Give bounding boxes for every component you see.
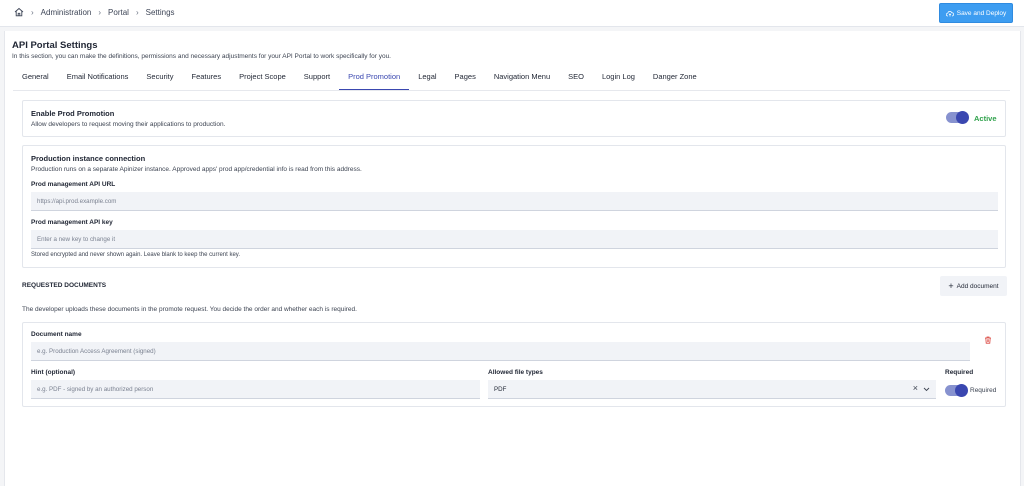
- hint-input[interactable]: e.g. PDF - signed by an authorized perso…: [31, 380, 480, 399]
- home-icon[interactable]: [14, 7, 24, 17]
- enable-prod-promotion-card: Enable Prod Promotion Allow developers t…: [22, 100, 1006, 137]
- tab-divider: [13, 90, 1010, 91]
- chevron-down-icon[interactable]: [923, 387, 930, 392]
- page-title: API Portal Settings: [12, 40, 98, 51]
- tab-pages[interactable]: Pages: [446, 66, 485, 90]
- connection-description: Production runs on a separate Apinizer i…: [31, 166, 362, 173]
- page-description: In this section, you can make the defini…: [12, 53, 391, 60]
- tab-legal[interactable]: Legal: [409, 66, 445, 90]
- required-toggle[interactable]: [945, 384, 968, 397]
- hint-label: Hint (optional): [31, 369, 76, 376]
- file-types-value: PDF: [494, 385, 507, 393]
- tab-bar: General Email Notifications Security Fea…: [13, 66, 706, 90]
- requested-documents-title: REQUESTED DOCUMENTS: [22, 282, 107, 289]
- url-value: https://api.prod.example.com: [37, 197, 117, 205]
- key-hint: Stored encrypted and never shown again. …: [31, 252, 241, 258]
- connection-title: Production instance connection: [31, 154, 146, 163]
- tab-login-log[interactable]: Login Log: [593, 66, 644, 90]
- tab-prod-promotion[interactable]: Prod Promotion: [339, 66, 410, 90]
- main-panel: API Portal Settings In this section, you…: [4, 31, 1021, 486]
- tab-general[interactable]: General: [13, 66, 58, 90]
- add-document-button[interactable]: + Add document: [940, 276, 1007, 296]
- document-name-label: Document name: [31, 331, 82, 338]
- enable-title: Enable Prod Promotion: [31, 109, 115, 118]
- file-types-label: Allowed file types: [488, 369, 543, 376]
- enable-toggle[interactable]: [946, 111, 969, 124]
- hint-placeholder: e.g. PDF - signed by an authorized perso…: [37, 385, 154, 393]
- url-label: Prod management API URL: [31, 181, 116, 188]
- breadcrumb-portal[interactable]: Portal: [108, 8, 129, 17]
- tab-email-notifications[interactable]: Email Notifications: [58, 66, 138, 90]
- tab-features[interactable]: Features: [182, 66, 230, 90]
- documents-description: The developer uploads these documents in…: [22, 306, 357, 313]
- breadcrumb-administration[interactable]: Administration: [41, 8, 92, 17]
- cloud-upload-icon: [945, 10, 954, 16]
- tab-project-scope[interactable]: Project Scope: [230, 66, 295, 90]
- tab-danger-zone[interactable]: Danger Zone: [644, 66, 706, 90]
- tab-seo[interactable]: SEO: [559, 66, 593, 90]
- key-input[interactable]: Enter a new key to change it: [31, 230, 998, 249]
- required-toggle-label: Required: [970, 387, 997, 394]
- status-active-label: Active: [974, 114, 997, 123]
- add-document-label: Add document: [956, 282, 999, 290]
- document-name-input[interactable]: e.g. Production Access Agreement (signed…: [31, 342, 970, 361]
- tab-navigation-menu[interactable]: Navigation Menu: [485, 66, 559, 90]
- chevron-right-icon: ›: [135, 7, 139, 17]
- tab-support[interactable]: Support: [295, 66, 339, 90]
- enable-description: Allow developers to request moving their…: [31, 121, 226, 128]
- clear-icon[interactable]: ×: [913, 383, 918, 393]
- chevron-right-icon: ›: [31, 7, 34, 17]
- save-and-deploy-button[interactable]: Save and Deploy: [939, 3, 1013, 23]
- tab-security[interactable]: Security: [137, 66, 182, 90]
- chevron-right-icon: ›: [98, 7, 102, 17]
- required-label: Required: [945, 369, 974, 376]
- document-name-placeholder: e.g. Production Access Agreement (signed…: [37, 347, 156, 355]
- document-item-card: Document name e.g. Production Access Agr…: [22, 322, 1006, 407]
- production-connection-card: Production instance connection Productio…: [22, 145, 1006, 268]
- plus-icon: +: [948, 280, 954, 291]
- key-label: Prod management API key: [31, 219, 113, 226]
- save-and-deploy-label: Save and Deploy: [956, 9, 1007, 17]
- top-bar: › Administration › Portal › Settings Sav…: [0, 0, 1024, 27]
- breadcrumb: › Administration › Portal › Settings: [14, 7, 175, 17]
- url-input[interactable]: https://api.prod.example.com: [31, 192, 998, 211]
- file-types-select[interactable]: PDF ×: [488, 380, 936, 399]
- key-placeholder: Enter a new key to change it: [37, 235, 116, 243]
- breadcrumb-settings: Settings: [145, 7, 175, 17]
- trash-icon[interactable]: [984, 336, 992, 344]
